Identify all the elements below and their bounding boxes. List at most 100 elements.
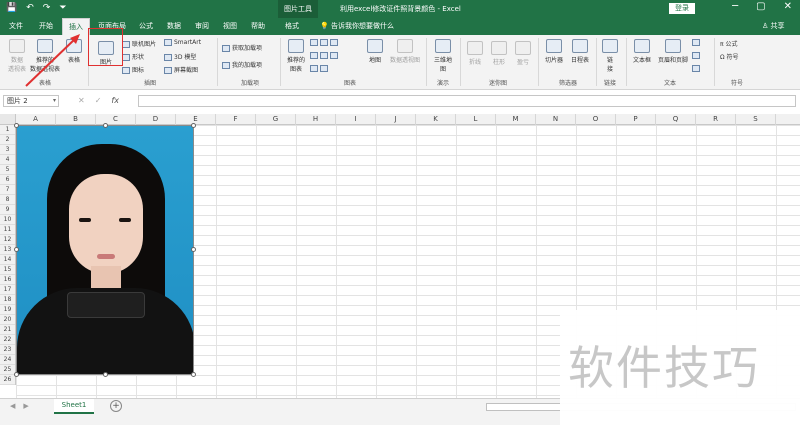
resize-handle[interactable] [14,247,19,252]
sparkline-winloss-button[interactable]: 盈亏 [512,41,534,66]
resize-handle[interactable] [103,372,108,377]
tab-review[interactable]: 审阅 [190,18,214,35]
login-button[interactable]: 登录 [669,3,695,14]
textbox-button[interactable]: 文本框 [630,39,654,64]
inserted-picture[interactable] [16,125,194,375]
column-header[interactable]: R [696,114,736,125]
column-header[interactable]: L [456,114,496,125]
column-header[interactable]: I [336,114,376,125]
name-box-dropdown-icon[interactable]: ▾ [53,96,56,106]
row-header[interactable]: 18 [0,295,15,305]
cancel-icon[interactable]: ✕ [78,95,85,107]
undo-icon[interactable]: ↶ [26,3,34,13]
row-header[interactable]: 11 [0,225,15,235]
tab-view[interactable]: 视图 [218,18,242,35]
row-header[interactable]: 2 [0,135,15,145]
sheet-tab-sheet1[interactable]: Sheet1 [54,399,94,414]
column-header[interactable]: M [496,114,536,125]
equation-button[interactable]: π 公式 [720,39,738,48]
row-header[interactable]: 24 [0,355,15,365]
next-sheet-icon[interactable]: ▶ [23,402,28,410]
recommended-charts-button[interactable]: 推荐的 图表 [284,39,308,73]
column-chart-icon[interactable] [310,39,340,46]
row-header[interactable]: 4 [0,155,15,165]
sparkline-column-button[interactable]: 柱形 [488,41,510,66]
row-header[interactable]: 7 [0,185,15,195]
row-header[interactable]: 16 [0,275,15,285]
save-icon[interactable]: 💾 [6,3,17,13]
maximize-icon[interactable]: ▢ [756,1,765,12]
online-picture-button[interactable]: 联机图片 [122,39,156,48]
add-sheet-button[interactable]: + [110,400,122,412]
3d-model-button[interactable]: 3D 模型 [164,52,196,61]
customize-qat-icon[interactable]: ⏷ [59,3,66,13]
column-header[interactable]: Q [656,114,696,125]
header-footer-button[interactable]: 页眉和页脚 [656,39,690,64]
column-header[interactable]: O [576,114,616,125]
table-button[interactable]: 表格 [62,39,86,64]
share-button[interactable]: ♙ 共享 [762,18,785,35]
column-header[interactable]: J [376,114,416,125]
row-header[interactable]: 14 [0,255,15,265]
column-header[interactable]: N [536,114,576,125]
enter-icon[interactable]: ✓ [95,95,102,107]
tab-help[interactable]: 帮助 [246,18,270,35]
shapes-button[interactable]: 形状 [122,52,144,61]
sparkline-line-button[interactable]: 折线 [464,41,486,66]
recommended-pivot-button[interactable]: 推荐的 数据透视表 [30,39,60,73]
close-icon[interactable]: ✕ [784,1,792,12]
name-box[interactable]: 图片 2 ▾ [3,95,59,107]
column-header[interactable]: H [296,114,336,125]
resize-handle[interactable] [191,247,196,252]
tab-format[interactable]: 格式 [280,18,304,35]
row-header[interactable]: 1 [0,125,15,135]
column-header[interactable]: B [56,114,96,125]
row-header[interactable]: 17 [0,285,15,295]
row-header[interactable]: 10 [0,215,15,225]
pivot-chart-button[interactable]: 数据透视图 [388,39,422,64]
resize-handle[interactable] [191,372,196,377]
tab-insert[interactable]: 插入 [62,18,90,35]
tab-home[interactable]: 开始 [32,18,60,35]
row-header[interactable]: 13 [0,245,15,255]
icons-button[interactable]: 图标 [122,65,144,74]
column-header[interactable]: A [16,114,56,125]
column-header[interactable]: D [136,114,176,125]
column-header[interactable]: C [96,114,136,125]
row-header[interactable]: 3 [0,145,15,155]
column-header[interactable]: G [256,114,296,125]
insert-function-icon[interactable]: fx [111,95,119,107]
timeline-button[interactable]: 日程表 [568,39,592,64]
row-header[interactable]: 15 [0,265,15,275]
minimize-icon[interactable]: ─ [732,1,738,12]
tab-data[interactable]: 数据 [162,18,186,35]
redo-icon[interactable]: ↷ [43,3,51,13]
row-header[interactable]: 5 [0,165,15,175]
column-header[interactable]: S [736,114,776,125]
column-header[interactable]: E [176,114,216,125]
wordart-icon[interactable] [692,39,702,46]
row-header[interactable]: 20 [0,315,15,325]
row-header[interactable]: 12 [0,235,15,245]
row-header[interactable]: 25 [0,365,15,375]
resize-handle[interactable] [14,123,19,128]
row-header[interactable]: 22 [0,335,15,345]
prev-sheet-icon[interactable]: ◀ [10,402,15,410]
column-header[interactable]: K [416,114,456,125]
row-header[interactable]: 23 [0,345,15,355]
resize-handle[interactable] [191,123,196,128]
resize-handle[interactable] [103,123,108,128]
pie-chart-icon[interactable] [310,65,330,72]
row-header[interactable]: 6 [0,175,15,185]
row-header[interactable]: 21 [0,325,15,335]
tell-me-search[interactable]: 💡 告诉我你想要做什么 [320,18,394,35]
tab-formulas[interactable]: 公式 [134,18,158,35]
resize-handle[interactable] [14,372,19,377]
pivot-table-button[interactable]: 数据 透视表 [4,39,30,73]
object-icon[interactable] [692,65,702,72]
tab-file[interactable]: 文件 [4,18,28,35]
symbol-button[interactable]: Ω 符号 [720,52,739,61]
column-header[interactable]: P [616,114,656,125]
row-header[interactable]: 8 [0,195,15,205]
column-header[interactable]: F [216,114,256,125]
